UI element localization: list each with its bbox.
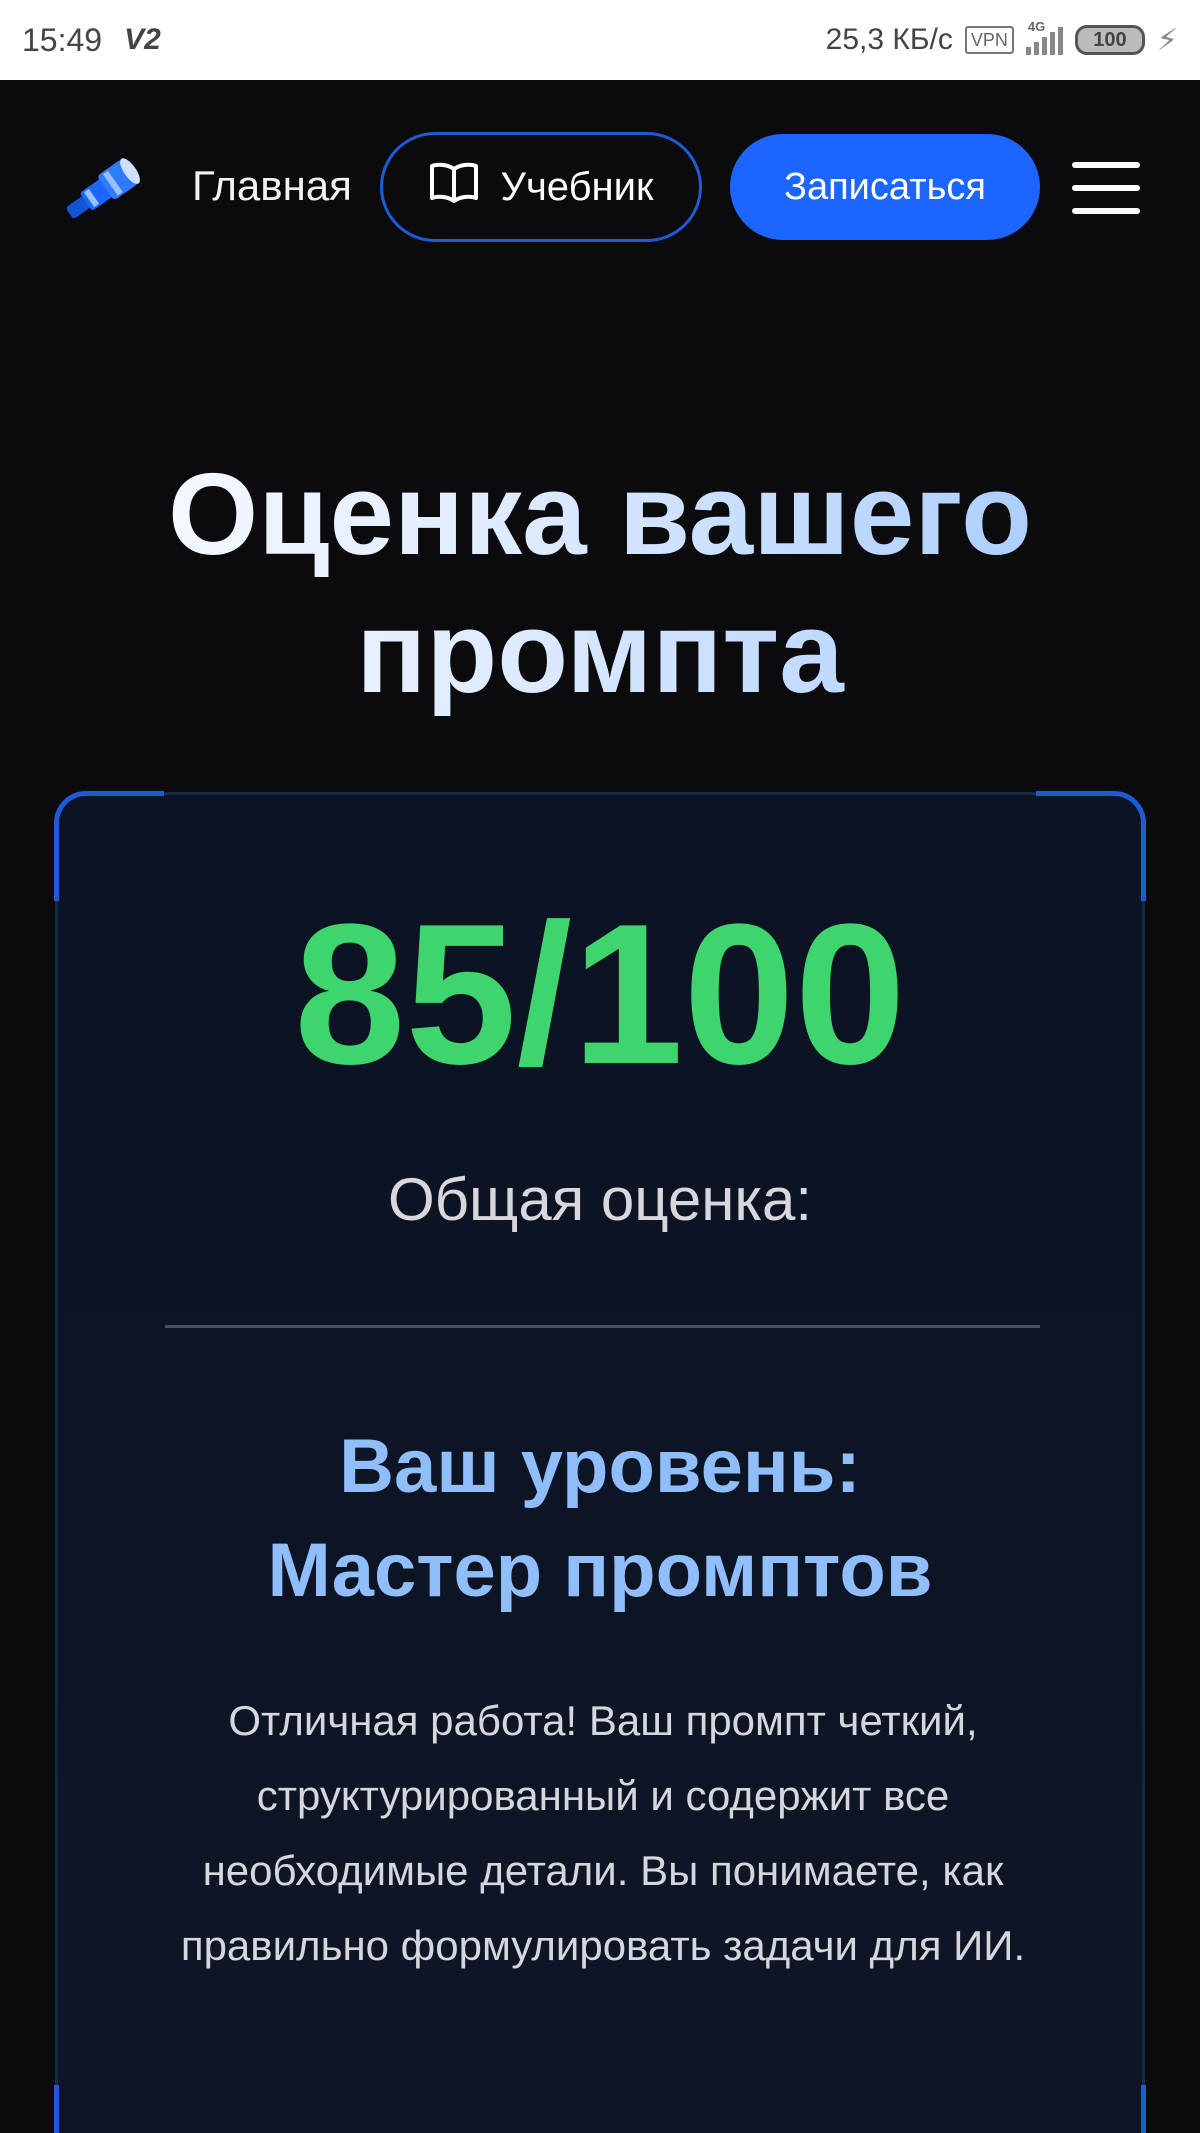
status-bar: 15:49 V2 25,3 КБ/с VPN 4G 100 ⚡ [0,0,1200,80]
status-time: 15:49 [22,21,103,58]
book-icon [429,161,479,213]
title-line-1: Оценка вашего [167,449,1033,579]
signal-icon: 4G [1025,19,1063,55]
level-line-1: Ваш уровень: [339,1424,861,1509]
site-header: Главная Учебник Записаться [0,80,1200,295]
card-corner-accent [1036,791,1146,901]
card-corner-accent [54,791,164,901]
telescope-icon[interactable] [58,150,148,230]
vpn-icon: VPN [964,26,1014,54]
title-line-2: промпта [356,587,844,717]
status-left: 15:49 V2 [22,22,161,59]
carrier-icon: V2 [124,23,161,56]
level-heading: Ваш уровень: Мастер промптов [58,1415,1142,1623]
tutorial-button[interactable]: Учебник [380,132,702,242]
network-type: 4G [1027,19,1046,34]
result-description: Отличная работа! Ваш промпт четкий, стру… [180,1697,1026,1969]
score-value: 85/100 [294,883,906,1106]
status-right: 25,3 КБ/с VPN 4G 100 ⚡ [825,19,1178,58]
card-edge-accent [54,2085,74,2133]
network-speed: 25,3 КБ/с [825,23,953,56]
score-label: Общая оценка: [387,1166,813,1233]
result-card: 85/100 Общая оценка: Ваш уровень: Мастер… [54,791,1146,2133]
page-title: Оценка вашего промпта [0,445,1200,721]
tutorial-label: Учебник [500,164,654,209]
charging-icon: ⚡ [1156,23,1178,57]
card-edge-accent [1126,2085,1146,2133]
level-line-2: Мастер промптов [267,1528,933,1613]
divider [165,1325,1040,1328]
signup-button[interactable]: Записаться [730,134,1040,240]
battery-icon: 100 [1074,25,1145,55]
nav-home-link[interactable]: Главная [192,162,352,210]
hamburger-menu-icon[interactable] [1072,162,1140,214]
